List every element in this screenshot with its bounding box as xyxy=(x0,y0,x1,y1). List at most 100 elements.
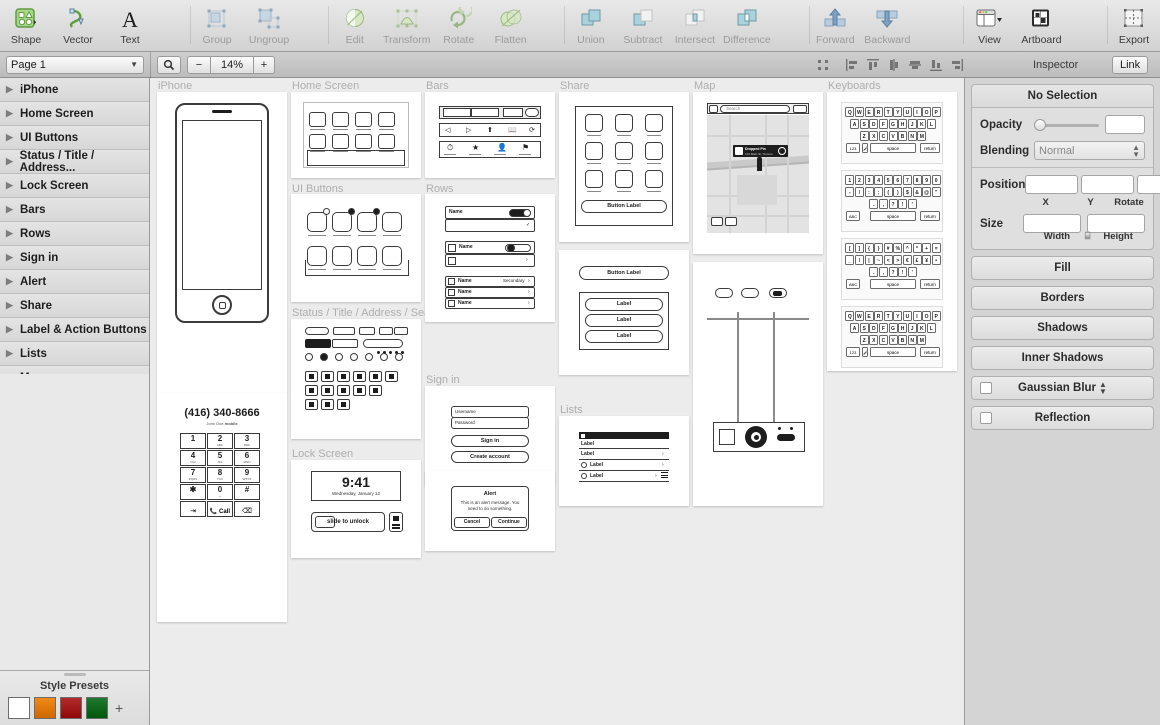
artboard-keyboards[interactable]: QWERTYUIOPASDFGHJKLZXCVBNM123spacereturn… xyxy=(827,92,957,371)
keypad-key[interactable]: 6MNO xyxy=(234,450,260,466)
keyboard-key[interactable]: # xyxy=(884,243,893,253)
bring-forward-button[interactable]: Forward xyxy=(809,4,861,46)
keyboard-key[interactable]: ¥ xyxy=(922,255,931,265)
keyboard-space-key[interactable]: space xyxy=(870,211,916,221)
share-target-icon[interactable] xyxy=(645,114,663,132)
keyboard-key[interactable]: Y xyxy=(893,311,902,321)
disclosure-triangle-icon[interactable]: ▶ xyxy=(6,108,18,119)
share-target-icon[interactable] xyxy=(585,142,603,160)
disclosure-triangle-icon[interactable]: ▶ xyxy=(6,180,18,191)
keyboard-key[interactable]: I xyxy=(913,311,922,321)
artboard-alert[interactable]: Alert This is an alert message. You need… xyxy=(425,471,555,551)
keyboard-key[interactable]: € xyxy=(903,255,912,265)
keyboard-space-key[interactable]: space xyxy=(870,347,916,357)
add-contact-key[interactable]: ⇥ xyxy=(180,501,206,517)
keyboard-key[interactable]: 3 xyxy=(865,175,874,185)
keyboard-key[interactable]: 6 xyxy=(893,175,902,185)
home-screen-app-icon[interactable] xyxy=(378,134,395,149)
keyboard-key[interactable]: V xyxy=(889,131,898,141)
keyboard-space-key[interactable]: space xyxy=(870,279,916,289)
disclosure-triangle-icon[interactable]: ▶ xyxy=(6,348,18,359)
zoom-in-button[interactable]: + xyxy=(253,56,275,74)
vector-tool-button[interactable]: Vector xyxy=(52,4,104,46)
share-target-icon[interactable] xyxy=(615,170,633,188)
keyboard-key[interactable]: ! xyxy=(898,199,907,209)
keypad-key[interactable]: 9WXYZ xyxy=(234,467,260,483)
keyboard-key[interactable]: Q xyxy=(845,311,854,321)
align-center-h-icon[interactable] xyxy=(883,55,904,75)
keyboard-key[interactable]: D xyxy=(869,323,878,333)
borders-section[interactable]: Borders xyxy=(971,286,1154,310)
home-screen-app-icon[interactable] xyxy=(355,112,372,127)
artboard-bars[interactable]: ◁▷⬆📖⟳ ⏱★👤⚑ xyxy=(425,92,555,178)
transform-button[interactable]: Transform xyxy=(381,4,433,46)
keyboard-key[interactable]: C xyxy=(879,335,888,345)
keyboard-dictation-key[interactable]: 🎤 xyxy=(862,347,868,357)
ungroup-button[interactable]: Ungroup xyxy=(243,4,295,46)
keyboard-key[interactable]: • xyxy=(932,255,941,265)
home-screen-app-icon[interactable] xyxy=(332,112,349,127)
align-top-icon[interactable] xyxy=(862,55,883,75)
row-checkbox-3[interactable] xyxy=(448,278,455,285)
keyboard-key[interactable]: | xyxy=(865,255,874,265)
keyboard-key[interactable]: ' xyxy=(908,267,917,277)
keyboard-key[interactable]: " xyxy=(932,187,941,197)
keyboard-key[interactable]: Y xyxy=(893,107,902,117)
keyboard-return-key[interactable]: return xyxy=(920,211,940,221)
ui-button-icon[interactable] xyxy=(357,212,377,232)
keyboard-key[interactable]: T xyxy=(884,107,893,117)
action-label-1[interactable]: Label xyxy=(585,298,663,311)
green-swatch[interactable] xyxy=(86,697,108,719)
keyboard-key[interactable]: , xyxy=(879,199,888,209)
keyboard-key[interactable]: R xyxy=(874,311,883,321)
artboard-iphone[interactable] xyxy=(157,92,287,393)
keyboard-key[interactable]: P xyxy=(932,311,941,321)
keyboard-key[interactable]: B xyxy=(898,335,907,345)
layer-list[interactable]: ▶iPhone▶Home Screen▶UI Buttons▶Status / … xyxy=(0,78,149,374)
text-tool-button[interactable]: A Text xyxy=(104,4,156,46)
keyboard-key[interactable]: 9 xyxy=(922,175,931,185)
keyboard-key[interactable]: T xyxy=(884,311,893,321)
status-circle-icon[interactable] xyxy=(395,353,403,361)
gaussian-blur-section[interactable]: Gaussian Blur▲▼ xyxy=(971,376,1154,400)
keyboard-key[interactable]: S xyxy=(860,323,869,333)
keyboard-key[interactable]: £ xyxy=(913,255,922,265)
artboard-map[interactable]: Search Dropped Pin xyxy=(693,92,823,254)
orange-swatch[interactable] xyxy=(34,697,56,719)
keyboard-key[interactable]: U xyxy=(903,311,912,321)
disclosure-triangle-icon[interactable]: ▶ xyxy=(6,156,18,167)
keyboard-key[interactable]: N xyxy=(908,335,917,345)
keyboard-key[interactable]: N xyxy=(908,131,917,141)
align-left-icon[interactable] xyxy=(841,55,862,75)
keyboard-key[interactable]: Q xyxy=(845,107,854,117)
keyboard-key[interactable]: L xyxy=(927,119,936,129)
keyboard-space-key[interactable]: space xyxy=(870,143,916,153)
keyboard-key[interactable]: > xyxy=(893,255,902,265)
keyboard-key[interactable]: G xyxy=(889,323,898,333)
shadows-section[interactable]: Shadows xyxy=(971,316,1154,340)
keyboard-key[interactable]: _ xyxy=(845,255,854,265)
keyboard-key[interactable]: X xyxy=(869,335,878,345)
home-screen-app-icon[interactable] xyxy=(332,134,349,149)
keyboard-key[interactable]: < xyxy=(884,255,893,265)
keyboard-key[interactable]: . xyxy=(869,199,878,209)
share-target-icon[interactable] xyxy=(645,170,663,188)
disclosure-triangle-icon[interactable]: ▶ xyxy=(6,252,18,263)
row-checkbox-2[interactable] xyxy=(448,257,456,265)
home-screen-app-icon[interactable] xyxy=(355,134,372,149)
keyboard-key[interactable]: 0 xyxy=(932,175,941,185)
keyboard-key[interactable]: + xyxy=(922,243,931,253)
keyboard-key[interactable]: C xyxy=(879,131,888,141)
red-swatch[interactable] xyxy=(60,697,82,719)
opacity-input[interactable] xyxy=(1105,115,1145,134)
keyboard-key[interactable]: } xyxy=(874,243,883,253)
call-key[interactable]: 📞 Call xyxy=(207,501,233,517)
layer-row[interactable]: ▶Home Screen xyxy=(0,102,149,126)
layer-row[interactable]: ▶Alert xyxy=(0,270,149,294)
keyboard-key[interactable]: U xyxy=(903,107,912,117)
share-button-label[interactable]: Button Label xyxy=(581,200,667,213)
keyboard-key[interactable]: F xyxy=(879,323,888,333)
row-blank[interactable] xyxy=(445,219,535,232)
keyboard-key[interactable]: \ xyxy=(855,255,864,265)
keyboard-mode-key[interactable]: 123 xyxy=(846,143,860,153)
